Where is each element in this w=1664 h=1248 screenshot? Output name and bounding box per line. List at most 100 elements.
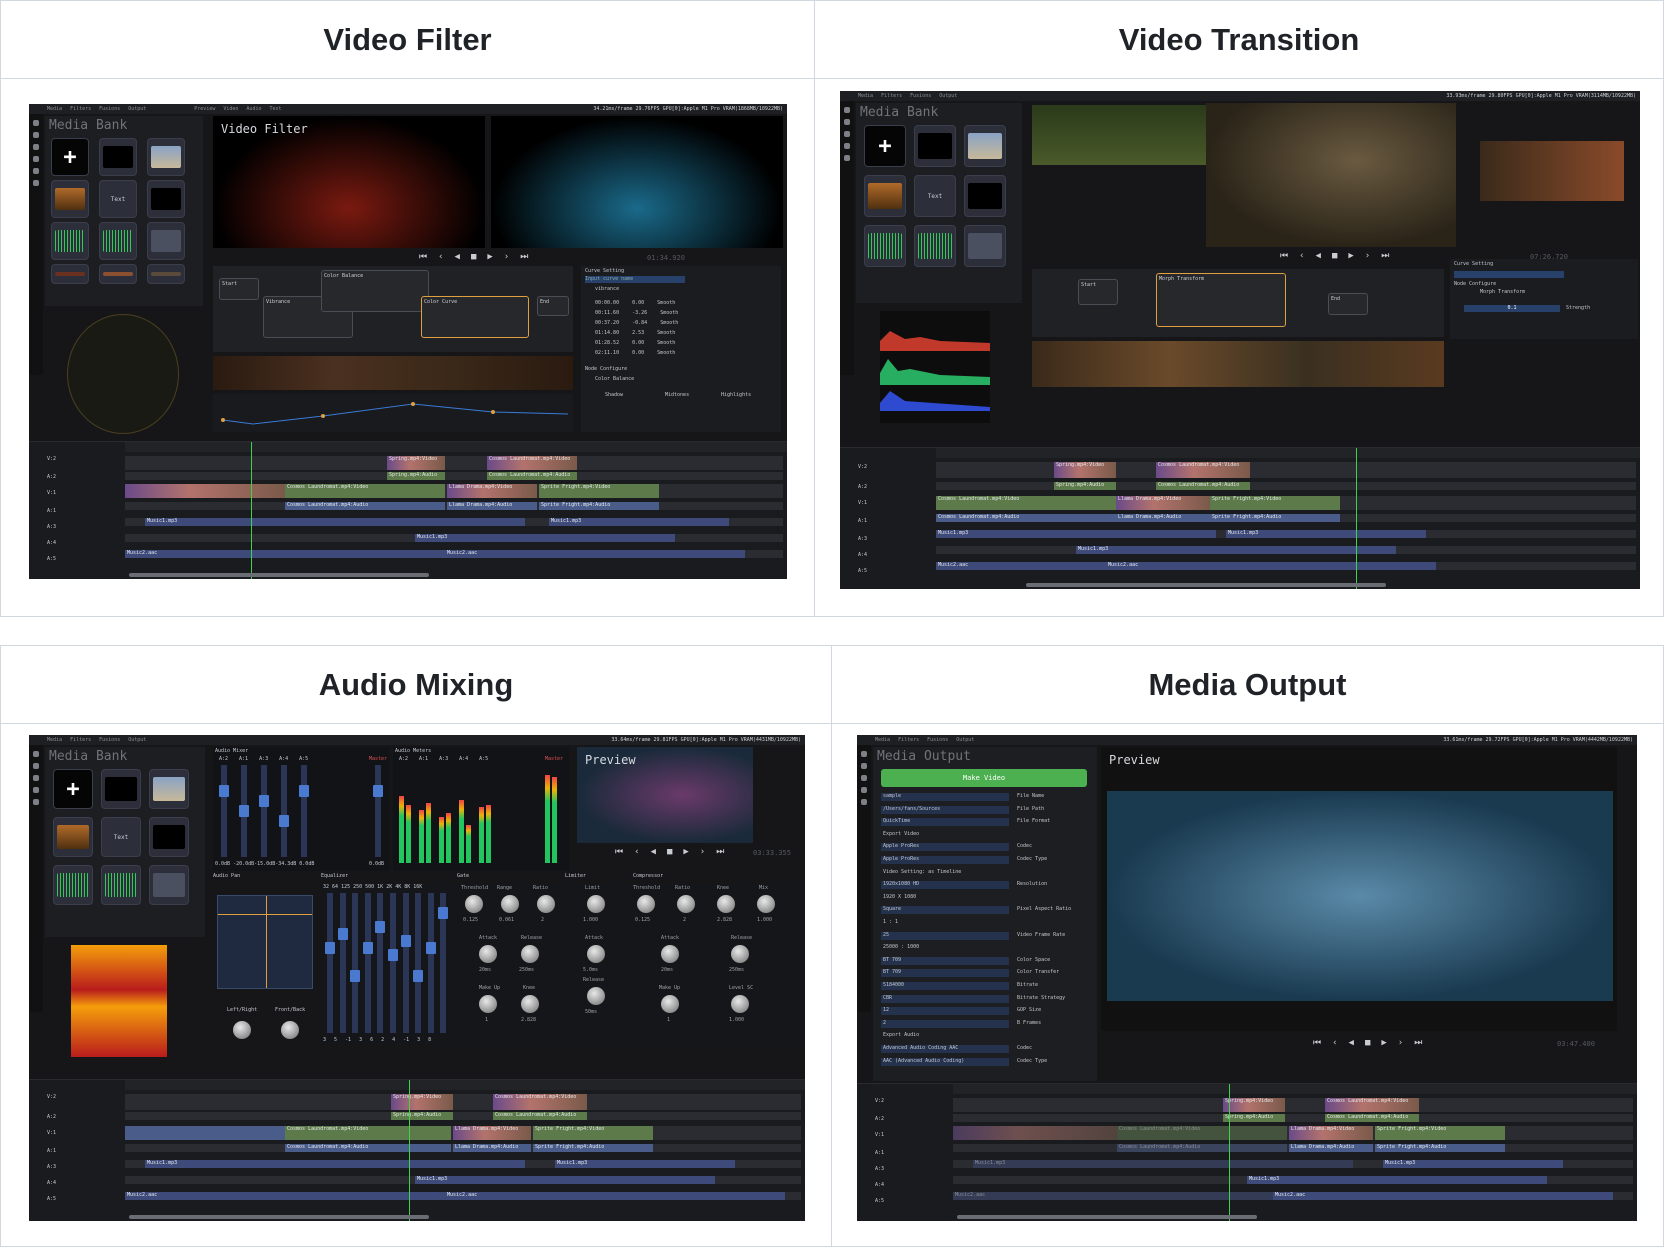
- tab-media[interactable]: Media: [875, 737, 890, 743]
- playhead[interactable]: [251, 442, 252, 579]
- gate-threshold-knob[interactable]: [465, 895, 483, 913]
- output-setting-row[interactable]: sample File Name: [881, 793, 1089, 802]
- clip[interactable]: Sprite Fright.mp4:Video: [533, 1126, 653, 1140]
- tab-filters[interactable]: Filters: [70, 737, 91, 743]
- tab-filters[interactable]: Filters: [881, 93, 902, 99]
- play-icon[interactable]: ▶: [683, 847, 688, 857]
- play-icon[interactable]: ▶: [1381, 1038, 1386, 1048]
- setting-value[interactable]: 1 : 1: [881, 919, 1009, 927]
- setting-value[interactable]: Video Setting: as Timeline: [881, 869, 1009, 877]
- output-setting-row[interactable]: 1920 X 1080: [881, 894, 1089, 903]
- output-setting-row[interactable]: 1920x1080 HD Resolution: [881, 881, 1089, 890]
- clip[interactable]: Music2.aac: [445, 1192, 785, 1200]
- setting-value[interactable]: Apple ProRes: [881, 856, 1009, 864]
- clip[interactable]: Cosmos Laundromat.mp4:Video: [1117, 1126, 1287, 1140]
- timeline-scrollbar[interactable]: [1026, 583, 1386, 587]
- clip[interactable]: Music1.mp3: [1226, 530, 1426, 538]
- output-setting-row[interactable]: /Users/fans/Sources File Path: [881, 805, 1089, 815]
- eq-band-fader[interactable]: [350, 893, 361, 1033]
- tab-filters[interactable]: Filters: [70, 106, 91, 112]
- output-setting-row[interactable]: 12 GOP Size: [881, 1007, 1089, 1016]
- media-tile[interactable]: [53, 817, 93, 857]
- setting-value[interactable]: Advanced Audio Coding AAC: [881, 1045, 1009, 1053]
- eq-band-fader[interactable]: [375, 893, 386, 1033]
- setting-value[interactable]: /Users/fans/Sources: [881, 805, 1009, 814]
- comp-ratio-knob[interactable]: [677, 895, 695, 913]
- gate-release-knob[interactable]: [521, 945, 539, 963]
- prev-icon[interactable]: ‹: [1299, 251, 1304, 261]
- audio-pan-pad[interactable]: [217, 895, 313, 989]
- output-setting-row[interactable]: BT 709 Color Transfer: [881, 969, 1089, 978]
- clip[interactable]: Music1.mp3: [549, 518, 729, 526]
- tab-media[interactable]: Media: [47, 737, 62, 743]
- gate-range-knob[interactable]: [501, 895, 519, 913]
- clip[interactable]: Cosmos Laundromat.mp4:Video: [285, 484, 445, 498]
- eq-band-fader[interactable]: [438, 893, 449, 1033]
- clip[interactable]: Music2.aac: [936, 562, 1106, 570]
- clip[interactable]: Music1.mp3: [555, 1160, 735, 1168]
- curve-row[interactable]: 00:37.20 -0.84 Smooth: [595, 320, 678, 326]
- tab-output[interactable]: Output: [939, 93, 957, 99]
- media-tile[interactable]: [964, 125, 1006, 167]
- output-setting-row[interactable]: CBR Bitrate Strategy: [881, 994, 1089, 1004]
- clip[interactable]: Music1.mp3: [1383, 1160, 1563, 1168]
- clip[interactable]: Cosmos Laundromat.mp4:Video: [936, 496, 1116, 510]
- next-icon[interactable]: ›: [700, 847, 705, 857]
- clip[interactable]: Cosmos Laundromat.mp4:Audio: [285, 1144, 451, 1152]
- setting-value[interactable]: Export Audio: [881, 1032, 1009, 1040]
- clip[interactable]: Sprite Fright.mp4:Video: [1210, 496, 1340, 510]
- tab-media[interactable]: Media: [47, 106, 62, 112]
- output-setting-row[interactable]: Export Audio: [881, 1032, 1089, 1041]
- gate-ratio-knob[interactable]: [537, 895, 555, 913]
- clip[interactable]: Llama Drama.mp4:Audio: [453, 1144, 531, 1152]
- tab-filters[interactable]: Filters: [898, 737, 919, 743]
- node-end[interactable]: End: [537, 296, 569, 316]
- clip[interactable]: Spring.mp4:Video: [387, 456, 445, 470]
- clip[interactable]: Llama Drama.mp4:Audio: [1289, 1144, 1373, 1152]
- channel-fader[interactable]: [239, 765, 249, 857]
- clip[interactable]: Cosmos Laundromat.mp4:Audio: [285, 502, 445, 510]
- setting-value[interactable]: Square: [881, 906, 1009, 915]
- clip[interactable]: Sprite Fright.mp4:Audio: [539, 502, 659, 510]
- tab-preview[interactable]: Preview: [194, 106, 215, 112]
- output-setting-row[interactable]: QuickTime File Format: [881, 818, 1089, 827]
- channel-fader[interactable]: [219, 765, 229, 857]
- clip[interactable]: Music1.mp3: [1076, 546, 1396, 554]
- eq-band-fader[interactable]: [400, 893, 411, 1033]
- media-tile[interactable]: [149, 769, 189, 809]
- curve-row[interactable]: 00:11.60 -3.26 Smooth: [595, 310, 678, 316]
- make-video-button[interactable]: Make Video: [881, 769, 1087, 787]
- clip[interactable]: Cosmos Laundromat.mp4:Audio: [1156, 482, 1250, 490]
- tab-media[interactable]: Media: [858, 93, 873, 99]
- comp-knee-knob[interactable]: [717, 895, 735, 913]
- clip[interactable]: Spring.mp4:Video: [391, 1094, 453, 1110]
- skip-start-icon[interactable]: ⏮: [1313, 1038, 1321, 1048]
- clip[interactable]: Music2.aac: [445, 550, 745, 558]
- clip[interactable]: Llama Drama.mp4:Video: [453, 1126, 531, 1140]
- add-media-button[interactable]: +: [864, 125, 906, 167]
- tab-fusions[interactable]: Fusions: [927, 737, 948, 743]
- timeline-ruler[interactable]: [125, 1080, 805, 1090]
- media-tile[interactable]: [147, 138, 185, 176]
- clip[interactable]: [125, 1126, 285, 1140]
- output-setting-row[interactable]: AAC (Advanced Audio Coding) Codec Type: [881, 1057, 1089, 1067]
- setting-value[interactable]: Export Video: [881, 831, 1009, 839]
- limiter-attack-knob[interactable]: [587, 945, 605, 963]
- media-tile[interactable]: [864, 175, 906, 217]
- media-tile[interactable]: [147, 180, 185, 218]
- clip[interactable]: Spring.mp4:Video: [1054, 462, 1116, 478]
- output-setting-row[interactable]: 1 : 1: [881, 919, 1089, 928]
- tab-audio[interactable]: Audio: [246, 106, 261, 112]
- setting-value[interactable]: sample: [881, 793, 1009, 801]
- clip[interactable]: Cosmos Laundromat.mp4:Video: [493, 1094, 587, 1110]
- comp-attack-knob[interactable]: [661, 945, 679, 963]
- channel-fader[interactable]: [259, 765, 269, 857]
- skip-end-icon[interactable]: ⏭: [1414, 1038, 1422, 1048]
- clip[interactable]: Music1.mp3: [936, 530, 1216, 538]
- clip[interactable]: Cosmos Laundromat.mp4:Audio: [936, 514, 1116, 522]
- node-end[interactable]: End: [1328, 293, 1368, 315]
- comp-mix-knob[interactable]: [757, 895, 775, 913]
- media-tile[interactable]: [147, 222, 185, 260]
- text-tile[interactable]: Text: [99, 180, 137, 218]
- media-tile[interactable]: [964, 225, 1006, 267]
